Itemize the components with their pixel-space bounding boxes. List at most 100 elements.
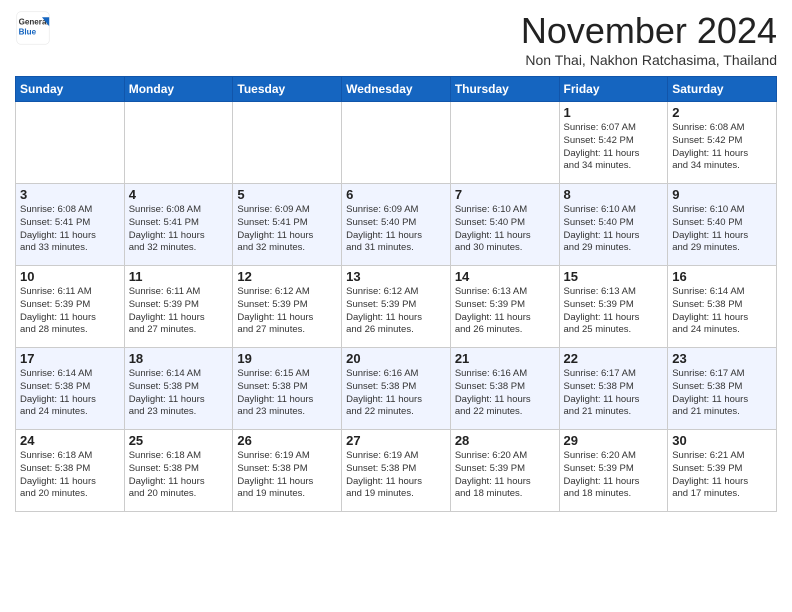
day-info: Sunrise: 6:20 AM Sunset: 5:39 PM Dayligh…: [455, 450, 555, 501]
calendar-day-cell: [124, 102, 233, 184]
day-number: 28: [455, 433, 555, 448]
day-number: 20: [346, 351, 446, 366]
calendar-day-cell: 9 Sunrise: 6:10 AM Sunset: 5:40 PM Daylig…: [668, 184, 777, 266]
day-info: Sunrise: 6:07 AM Sunset: 5:42 PM Dayligh…: [564, 122, 664, 173]
day-info: Sunrise: 6:14 AM Sunset: 5:38 PM Dayligh…: [20, 368, 120, 419]
day-info: Sunrise: 6:14 AM Sunset: 5:38 PM Dayligh…: [672, 286, 772, 337]
day-info: Sunrise: 6:09 AM Sunset: 5:41 PM Dayligh…: [237, 204, 337, 255]
day-info: Sunrise: 6:15 AM Sunset: 5:38 PM Dayligh…: [237, 368, 337, 419]
day-number: 15: [564, 269, 664, 284]
day-of-week-header: Thursday: [450, 77, 559, 102]
day-info: Sunrise: 6:08 AM Sunset: 5:41 PM Dayligh…: [129, 204, 229, 255]
calendar-day-cell: 29 Sunrise: 6:20 AM Sunset: 5:39 PM Dayli…: [559, 430, 668, 512]
day-info: Sunrise: 6:11 AM Sunset: 5:39 PM Dayligh…: [20, 286, 120, 337]
day-number: 26: [237, 433, 337, 448]
day-of-week-header: Sunday: [16, 77, 125, 102]
day-info: Sunrise: 6:19 AM Sunset: 5:38 PM Dayligh…: [237, 450, 337, 501]
day-number: 27: [346, 433, 446, 448]
day-info: Sunrise: 6:19 AM Sunset: 5:38 PM Dayligh…: [346, 450, 446, 501]
day-number: 19: [237, 351, 337, 366]
calendar-day-cell: [450, 102, 559, 184]
calendar-day-cell: [233, 102, 342, 184]
day-number: 6: [346, 187, 446, 202]
calendar-week-row: 17 Sunrise: 6:14 AM Sunset: 5:38 PM Dayli…: [16, 348, 777, 430]
calendar-day-cell: 12Sunrise: 6:12 AM Sunset: 5:39 PM Dayli…: [233, 266, 342, 348]
calendar-day-cell: 7 Sunrise: 6:10 AM Sunset: 5:40 PM Daylig…: [450, 184, 559, 266]
day-number: 17: [20, 351, 120, 366]
day-info: Sunrise: 6:16 AM Sunset: 5:38 PM Dayligh…: [346, 368, 446, 419]
day-info: Sunrise: 6:08 AM Sunset: 5:41 PM Dayligh…: [20, 204, 120, 255]
day-info: Sunrise: 6:12 AM Sunset: 5:39 PM Dayligh…: [346, 286, 446, 337]
day-number: 7: [455, 187, 555, 202]
day-number: 14: [455, 269, 555, 284]
day-of-week-header: Wednesday: [342, 77, 451, 102]
calendar-day-cell: 4 Sunrise: 6:08 AM Sunset: 5:41 PM Daylig…: [124, 184, 233, 266]
day-info: Sunrise: 6:11 AM Sunset: 5:39 PM Dayligh…: [129, 286, 229, 337]
calendar-week-row: 1Sunrise: 6:07 AM Sunset: 5:42 PM Daylig…: [16, 102, 777, 184]
day-info: Sunrise: 6:10 AM Sunset: 5:40 PM Dayligh…: [672, 204, 772, 255]
day-number: 23: [672, 351, 772, 366]
calendar-week-row: 3 Sunrise: 6:08 AM Sunset: 5:41 PM Daylig…: [16, 184, 777, 266]
day-number: 8: [564, 187, 664, 202]
day-info: Sunrise: 6:18 AM Sunset: 5:38 PM Dayligh…: [129, 450, 229, 501]
logo: General Blue: [15, 10, 51, 46]
day-info: Sunrise: 6:10 AM Sunset: 5:40 PM Dayligh…: [455, 204, 555, 255]
day-info: Sunrise: 6:09 AM Sunset: 5:40 PM Dayligh…: [346, 204, 446, 255]
day-number: 9: [672, 187, 772, 202]
day-number: 13: [346, 269, 446, 284]
day-number: 3: [20, 187, 120, 202]
calendar-day-cell: 23 Sunrise: 6:17 AM Sunset: 5:38 PM Dayli…: [668, 348, 777, 430]
day-info: Sunrise: 6:18 AM Sunset: 5:38 PM Dayligh…: [20, 450, 120, 501]
day-info: Sunrise: 6:17 AM Sunset: 5:38 PM Dayligh…: [564, 368, 664, 419]
day-info: Sunrise: 6:16 AM Sunset: 5:38 PM Dayligh…: [455, 368, 555, 419]
day-info: Sunrise: 6:08 AM Sunset: 5:42 PM Dayligh…: [672, 122, 772, 173]
day-info: Sunrise: 6:21 AM Sunset: 5:39 PM Dayligh…: [672, 450, 772, 501]
calendar-day-cell: 19 Sunrise: 6:15 AM Sunset: 5:38 PM Dayli…: [233, 348, 342, 430]
day-number: 10: [20, 269, 120, 284]
calendar-day-cell: 17 Sunrise: 6:14 AM Sunset: 5:38 PM Dayli…: [16, 348, 125, 430]
calendar-day-cell: 16Sunrise: 6:14 AM Sunset: 5:38 PM Dayli…: [668, 266, 777, 348]
title-block: November 2024 Non Thai, Nakhon Ratchasim…: [521, 10, 777, 68]
calendar-day-cell: 6 Sunrise: 6:09 AM Sunset: 5:40 PM Daylig…: [342, 184, 451, 266]
calendar-day-cell: 2 Sunrise: 6:08 AM Sunset: 5:42 PM Daylig…: [668, 102, 777, 184]
day-number: 2: [672, 105, 772, 120]
calendar-day-cell: [342, 102, 451, 184]
calendar-week-row: 10 Sunrise: 6:11 AM Sunset: 5:39 PM Dayli…: [16, 266, 777, 348]
day-info: Sunrise: 6:20 AM Sunset: 5:39 PM Dayligh…: [564, 450, 664, 501]
calendar-day-cell: 13 Sunrise: 6:12 AM Sunset: 5:39 PM Dayli…: [342, 266, 451, 348]
day-of-week-header: Tuesday: [233, 77, 342, 102]
day-number: 5: [237, 187, 337, 202]
calendar-day-cell: 21Sunrise: 6:16 AM Sunset: 5:38 PM Dayli…: [450, 348, 559, 430]
page-header: General Blue November 2024 Non Thai, Nak…: [15, 10, 777, 68]
calendar-day-cell: 5 Sunrise: 6:09 AM Sunset: 5:41 PM Daylig…: [233, 184, 342, 266]
calendar-day-cell: 3 Sunrise: 6:08 AM Sunset: 5:41 PM Daylig…: [16, 184, 125, 266]
calendar-header: SundayMondayTuesdayWednesdayThursdayFrid…: [16, 77, 777, 102]
calendar-day-cell: 25 Sunrise: 6:18 AM Sunset: 5:38 PM Dayli…: [124, 430, 233, 512]
calendar-day-cell: 18Sunrise: 6:14 AM Sunset: 5:38 PM Dayli…: [124, 348, 233, 430]
calendar-day-cell: 11 Sunrise: 6:11 AM Sunset: 5:39 PM Dayli…: [124, 266, 233, 348]
day-number: 12: [237, 269, 337, 284]
calendar-day-cell: 28 Sunrise: 6:20 AM Sunset: 5:39 PM Dayli…: [450, 430, 559, 512]
calendar-day-cell: 8 Sunrise: 6:10 AM Sunset: 5:40 PM Daylig…: [559, 184, 668, 266]
calendar-day-cell: 20 Sunrise: 6:16 AM Sunset: 5:38 PM Dayli…: [342, 348, 451, 430]
day-info: Sunrise: 6:13 AM Sunset: 5:39 PM Dayligh…: [564, 286, 664, 337]
day-info: Sunrise: 6:17 AM Sunset: 5:38 PM Dayligh…: [672, 368, 772, 419]
day-number: 11: [129, 269, 229, 284]
calendar-day-cell: 14Sunrise: 6:13 AM Sunset: 5:39 PM Dayli…: [450, 266, 559, 348]
calendar-day-cell: 26 Sunrise: 6:19 AM Sunset: 5:38 PM Dayli…: [233, 430, 342, 512]
calendar-week-row: 24Sunrise: 6:18 AM Sunset: 5:38 PM Dayli…: [16, 430, 777, 512]
subtitle: Non Thai, Nakhon Ratchasima, Thailand: [521, 52, 777, 68]
calendar-body: 1Sunrise: 6:07 AM Sunset: 5:42 PM Daylig…: [16, 102, 777, 512]
calendar-day-cell: 30Sunrise: 6:21 AM Sunset: 5:39 PM Dayli…: [668, 430, 777, 512]
calendar-day-cell: 27 Sunrise: 6:19 AM Sunset: 5:38 PM Dayli…: [342, 430, 451, 512]
day-number: 25: [129, 433, 229, 448]
day-number: 29: [564, 433, 664, 448]
calendar-day-cell: 24Sunrise: 6:18 AM Sunset: 5:38 PM Dayli…: [16, 430, 125, 512]
day-of-week-header: Monday: [124, 77, 233, 102]
calendar-table: SundayMondayTuesdayWednesdayThursdayFrid…: [15, 76, 777, 512]
day-header-row: SundayMondayTuesdayWednesdayThursdayFrid…: [16, 77, 777, 102]
day-info: Sunrise: 6:10 AM Sunset: 5:40 PM Dayligh…: [564, 204, 664, 255]
calendar-day-cell: 22Sunrise: 6:17 AM Sunset: 5:38 PM Dayli…: [559, 348, 668, 430]
day-number: 4: [129, 187, 229, 202]
day-number: 18: [129, 351, 229, 366]
